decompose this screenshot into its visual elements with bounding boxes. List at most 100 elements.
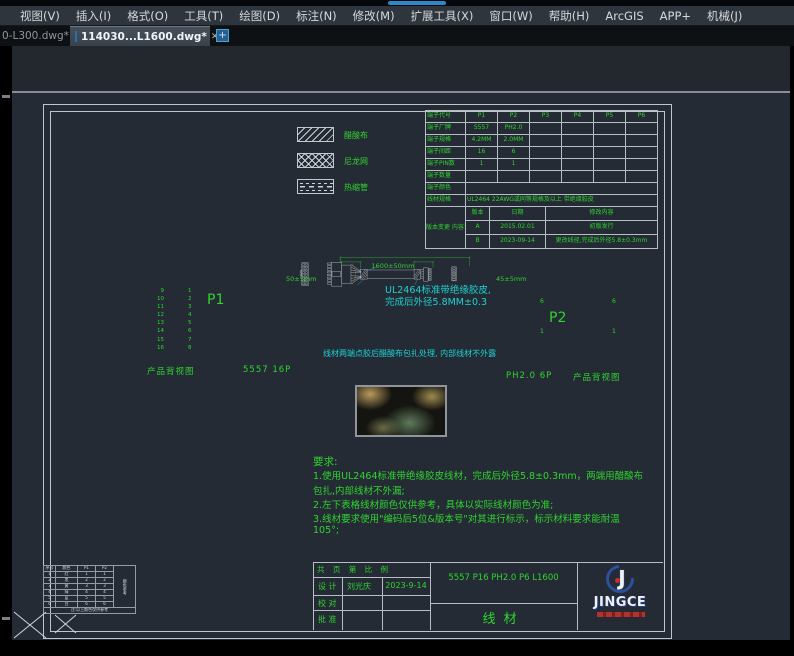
cell [626,171,658,183]
cell: 版本变更 内容说明 [426,207,466,249]
p1-label: P1 [207,292,224,308]
note-jacket-line2: 完成后外径5.8MM±0.3 [385,294,487,308]
cell [562,123,594,135]
requirement-line: 1.使用UL2464标准带绝缘胶皮线材，完成后外径5.8±0.3mm，两端用醋酸… [313,468,643,482]
cell: P5 [594,111,626,123]
cell: 2023-09-14 [490,235,546,249]
cell [626,159,658,171]
cell: 版本 [466,207,490,221]
cell [594,159,626,171]
new-tab-icon[interactable] [216,29,229,42]
tab-active-label: 114030...L1600.dwg* [81,31,207,43]
menu-tools[interactable]: 工具(T) [176,8,231,24]
rear-view-label-right: 产品背视图 [573,371,621,383]
titleblock-line [313,562,663,563]
menu-mechanical[interactable]: 机械(J) [699,8,750,24]
application-window: 视图(V) 插入(I) 格式(O) 工具(T) 绘图(D) 标注(N) 修改(M… [0,0,794,656]
cell: 修改内容 [546,207,658,221]
menu-bar: 视图(V) 插入(I) 格式(O) 工具(T) 绘图(D) 标注(N) 修改(M… [0,6,794,26]
heatshrink-arc [352,264,356,285]
p1-side-view [327,262,350,286]
legend-label-nylon: 尼龙网 [344,156,368,167]
menu-app-plus[interactable]: APP+ [652,9,699,23]
p2-rear-pin-top: 6 [612,298,616,305]
drawing-name: 线材 [432,608,575,627]
part-number: 5557 P16 PH2.0 P6 L1600 [432,573,575,583]
menu-dimension[interactable]: 标注(N) [288,8,345,24]
cell: 端子规格 [426,135,466,147]
cell [530,147,562,159]
cell: P2 [498,111,530,123]
menu-format[interactable]: 格式(O) [119,8,176,24]
legend-swatch-acetate [297,127,334,142]
cell: 1 [466,159,498,171]
revision-table: 版本变更 内容说明 版本 日期 修改内容 A2015.02.01初版发行 B20… [425,206,658,249]
check-label: 校 对 [318,598,337,609]
requirement-line: 包扎,内部线材不外漏; [313,483,405,497]
pages-scale-row: 共 页 第 比 例 [317,564,391,575]
cell: A [466,221,490,235]
titleblock-line [313,595,430,596]
p1-pin-numbers-right: 1 2 3 4 5 6 7 8 [188,287,198,352]
dwg-file-icon [75,31,77,42]
titleblock-line [430,603,577,604]
cable-body [367,270,414,279]
cell [466,183,658,195]
cell [594,123,626,135]
titlebar-highlight [388,1,446,5]
p2-rear-pin-bottom: 1 [612,328,616,335]
cell [594,135,626,147]
cell: 6 [498,147,530,159]
titleblock-line [577,562,578,630]
dim-left-label: 50±5mm [286,275,317,283]
cell [626,147,658,159]
menu-help[interactable]: 帮助(H) [541,8,598,24]
designer-name: 刘光庆 [347,581,371,592]
p2-connector-label: PH2.0 6P [506,371,552,381]
design-date: 2023-9-14 [384,581,428,590]
cell: UL2464 22AWG或同等规格及以上 带绝缘胶皮 [466,195,658,207]
requirements-title: 要求: [313,454,338,469]
cell [626,135,658,147]
cell: 端子代号 [426,111,466,123]
cell: 初版发行 [546,221,658,235]
cell: P4 [562,111,594,123]
design-label: 设 计 [318,581,337,592]
cell: P3 [530,111,562,123]
cell: 2.0MM [498,135,530,147]
tab-inactive-dwg[interactable]: 0-L300.dwg* [2,26,69,46]
requirement-line: 105°; [313,525,339,536]
cell [594,171,626,183]
cell: 端子数量 [426,171,466,183]
menu-modify[interactable]: 修改(M) [345,8,403,24]
menu-arcgis[interactable]: ArcGIS [597,9,651,23]
logo-dot-icon [615,578,620,583]
menu-express-tools[interactable]: 扩展工具(X) [403,8,482,24]
dim-right-label: 45±5mm [496,275,527,283]
p1-connector-label: 5557 16P [243,365,291,375]
menu-insert[interactable]: 插入(I) [68,8,119,24]
wrap-band-right [414,269,420,279]
titleblock-line [313,577,430,578]
tab-active-dwg[interactable]: 114030...L1600.dwg* [70,26,210,46]
titleblock-line [313,610,430,611]
cell [562,171,594,183]
menu-draw[interactable]: 绘图(D) [231,8,288,24]
cell: P6 [626,111,658,123]
toolbar-strip [12,46,790,91]
note-wrap: 线材两端点胶后醋酸布包扎处理, 内部线材不外露 [323,348,496,359]
menu-view[interactable]: 视图(V) [12,8,68,24]
cell [626,123,658,135]
logo-subtext-strip [597,612,645,617]
cable-photo [355,385,447,437]
cell: 端子PIN数 [426,159,466,171]
menu-window[interactable]: 窗口(W) [481,8,540,24]
company-logo-text: JINGCE [579,595,661,610]
legend-swatch-nylon [297,153,334,168]
titleblock-line [382,577,383,630]
p2-label: P2 [549,310,566,326]
cell: 2015.02.01 [490,221,546,235]
cell [530,135,562,147]
titleblock-line [342,577,343,630]
layout-tick-top [2,95,10,98]
